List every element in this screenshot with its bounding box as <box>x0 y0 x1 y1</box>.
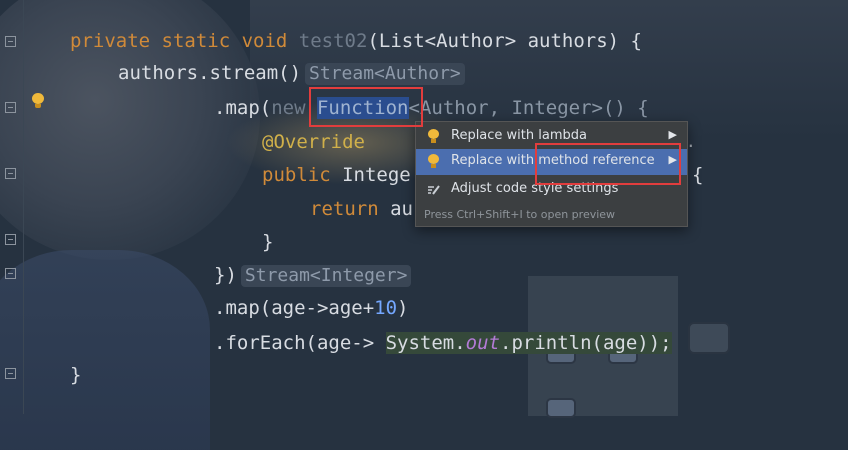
code-line-map-add[interactable]: .map(age->age+10) <box>214 295 409 321</box>
submenu-arrow-icon: ▶ <box>668 128 677 141</box>
fold-marker-icon[interactable] <box>5 168 16 179</box>
gutter-divider <box>23 0 24 414</box>
fold-marker-icon[interactable] <box>5 368 16 379</box>
code-line-apply-brace: { <box>692 164 704 186</box>
pencil-icon <box>427 182 441 198</box>
code-line-close-brace[interactable]: } <box>262 229 273 255</box>
fold-marker-icon[interactable] <box>5 234 16 245</box>
code-line-method-signature[interactable]: private static void test02(List<Author> … <box>70 28 642 54</box>
background-window <box>546 398 576 418</box>
highlight-box-method-reference <box>535 143 681 185</box>
editor-gutter <box>0 0 24 414</box>
popup-footer-hint: Press Ctrl+Shift+I to open preview <box>424 208 616 221</box>
type-hint-inlay: Stream<Author> <box>305 63 465 85</box>
background-window <box>688 322 730 354</box>
background-character-body <box>0 250 210 450</box>
fold-marker-icon[interactable] <box>5 268 16 279</box>
highlight-box-function <box>309 87 423 127</box>
code-line-stream[interactable]: authors.stream() Stream<Author> <box>118 60 465 86</box>
bulb-icon <box>427 129 441 145</box>
fold-marker-icon[interactable] <box>5 102 16 113</box>
code-line-apply-method[interactable]: public Intege <box>262 162 411 188</box>
code-line-foreach[interactable]: .forEach(age-> System.out.println(age)); <box>214 330 672 356</box>
code-line-close-map[interactable]: }) Stream<Integer> <box>214 262 412 288</box>
code-line-override[interactable]: @Override <box>262 129 365 155</box>
menu-item-label: Replace with lambda <box>451 128 587 143</box>
type-hint-inlay: Stream<Integer> <box>240 265 412 287</box>
bulb-icon <box>427 154 441 170</box>
intention-bulb-icon[interactable] <box>30 93 46 109</box>
fold-marker-icon[interactable] <box>5 36 16 47</box>
code-line-return[interactable]: return au <box>310 196 413 222</box>
code-line-method-end[interactable]: } <box>70 362 81 388</box>
code-line-map-function[interactable]: .map(new Function<Author, Integer>() { <box>214 95 649 121</box>
